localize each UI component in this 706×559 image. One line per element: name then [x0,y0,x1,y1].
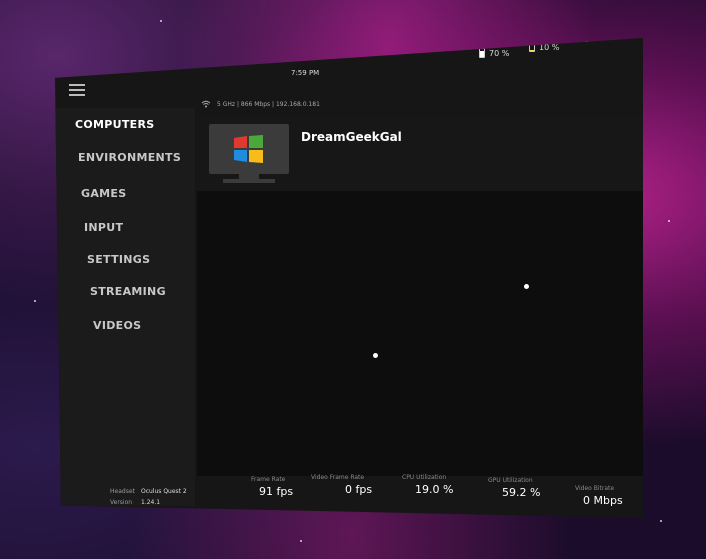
sidebar-item-input[interactable]: INPUT [84,221,123,234]
cpu-utilization-label: CPU Utilization [402,474,447,481]
quit-button[interactable]: Quit [107,510,203,518]
headset-label: Headset [110,488,135,495]
star [34,300,36,302]
right-battery-status: 25 % [582,32,613,42]
sidebar: COMPUTERS ENVIRONMENTS GAMES INPUT SETTI… [55,108,203,518]
computer-name: DreamGeekGal [301,130,402,144]
star [300,540,302,542]
controller-battery-status: 70 % [479,48,509,58]
wifi-icon [201,100,211,108]
battery-icon [529,42,535,52]
battery-icon [582,38,588,42]
star [160,20,162,22]
video-frame-rate-label: Video Frame Rate [311,474,365,481]
virtual-desktop-panel: 7:59 PM 70 % 10 % 25 % 5 GHz | 866 Mbps … [55,38,643,518]
video-frame-rate-value: 0 fps [345,483,373,496]
sidebar-item-videos[interactable]: VIDEOS [93,319,141,332]
computer-item[interactable]: DreamGeekGal [197,116,643,191]
gpu-utilization-label: GPU Utilization [488,477,533,484]
sidebar-item-environments[interactable]: ENVIRONMENTS [78,151,181,164]
windows-logo-icon [234,135,263,163]
sidebar-item-computers[interactable]: COMPUTERS [75,118,154,131]
network-info: 5 GHz | 866 Mbps | 192.168.0.181 [201,100,320,108]
right-battery-value: 25 % [592,32,613,42]
controller-battery-value: 70 % [489,48,510,58]
pointer-dot [373,353,378,358]
left-battery-status: 10 % [529,42,559,52]
footer-stats: Headset Oculus Quest 2 Version 1.24.1 Fr… [105,468,643,518]
frame-rate-value: 91 fps [259,485,294,498]
computers-list: DreamGeekGal [197,116,643,476]
frame-rate-label: Frame Rate [251,476,286,483]
version-value: 1.24.1 [141,499,161,506]
network-text: 5 GHz | 866 Mbps | 192.168.0.181 [217,100,320,108]
sidebar-item-games[interactable]: GAMES [81,187,126,200]
sidebar-item-streaming[interactable]: STREAMING [90,285,166,298]
clock: 7:59 PM [291,69,320,77]
monitor-icon [209,124,289,174]
star [660,520,662,522]
headset-value: Oculus Quest 2 [141,488,187,495]
star [668,220,670,222]
video-bitrate-label: Video Bitrate [575,485,615,492]
version-label: Version [110,499,133,506]
gpu-utilization-value: 59.2 % [502,486,541,499]
video-bitrate-value: 0 Mbps [583,494,623,507]
sidebar-item-settings[interactable]: SETTINGS [87,253,150,266]
pointer-dot [524,284,529,289]
top-bar: 7:59 PM 70 % 10 % 25 % [55,38,643,96]
controller-battery-icon [479,48,485,58]
cpu-utilization-value: 19.0 % [415,483,454,496]
left-battery-value: 10 % [539,42,560,52]
hamburger-menu-icon[interactable] [69,84,85,96]
monitor-base [223,179,275,183]
